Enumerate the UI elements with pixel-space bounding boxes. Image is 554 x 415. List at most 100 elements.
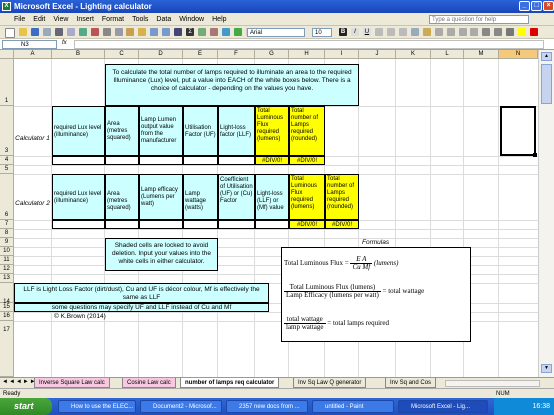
name-box[interactable]: N3 bbox=[2, 40, 57, 49]
paste-icon[interactable] bbox=[126, 28, 135, 36]
tab-cosine-law[interactable]: Cosine Law calc bbox=[122, 378, 176, 388]
preview-icon[interactable] bbox=[66, 28, 75, 36]
task-word-doc[interactable]: How to use the ELEC... bbox=[58, 400, 136, 413]
task-excel[interactable]: Microsoft Excel - Lig... bbox=[398, 400, 488, 413]
row-header-7[interactable]: 7 bbox=[0, 220, 14, 229]
col-header-g[interactable]: G bbox=[255, 50, 289, 59]
col-header-k[interactable]: K bbox=[396, 50, 431, 59]
selected-cell-n3[interactable] bbox=[500, 106, 536, 156]
row-header-1[interactable]: 1 bbox=[0, 59, 14, 106]
row-header-16[interactable]: 16 bbox=[0, 312, 14, 321]
select-all-corner[interactable] bbox=[0, 50, 14, 59]
calc2-mf-input[interactable] bbox=[255, 220, 289, 229]
chart-wizard-icon[interactable] bbox=[222, 28, 231, 36]
calc2-area-input[interactable] bbox=[105, 220, 139, 229]
scroll-thumb[interactable] bbox=[541, 64, 552, 104]
currency-icon[interactable] bbox=[422, 28, 431, 36]
undo-icon[interactable] bbox=[150, 28, 159, 36]
fill-color-icon[interactable] bbox=[518, 28, 527, 36]
new-icon[interactable] bbox=[4, 28, 15, 38]
tab-inv-sq-and-cos[interactable]: Inv Sq and Cos bbox=[385, 378, 437, 388]
row-header-4[interactable]: 4 bbox=[0, 156, 14, 165]
row-header-5[interactable]: 5 bbox=[0, 165, 14, 174]
calc1-uf-input[interactable] bbox=[183, 156, 218, 165]
col-header-d[interactable]: D bbox=[139, 50, 183, 59]
close-button[interactable]: × bbox=[543, 1, 554, 11]
maximize-button[interactable]: □ bbox=[531, 1, 542, 11]
open-icon[interactable] bbox=[18, 28, 27, 36]
row-header-14[interactable]: 14 bbox=[0, 283, 14, 305]
menu-window[interactable]: Window bbox=[175, 13, 208, 26]
font-color-icon[interactable] bbox=[530, 28, 539, 36]
format-painter-icon[interactable] bbox=[138, 28, 147, 36]
fx-icon[interactable]: fx bbox=[62, 40, 67, 46]
row-header-6[interactable]: 6 bbox=[0, 174, 14, 220]
menu-file[interactable]: File bbox=[0, 13, 29, 26]
row-header-13[interactable]: 13 bbox=[0, 274, 14, 283]
menu-tools[interactable]: Tools bbox=[128, 13, 152, 26]
spelling-icon[interactable] bbox=[78, 28, 87, 36]
calc2-wattage-input[interactable] bbox=[183, 220, 218, 229]
col-header-c[interactable]: C bbox=[105, 50, 139, 59]
formula-input[interactable] bbox=[74, 40, 544, 49]
task-document2[interactable]: Document2 - Microsof... bbox=[140, 400, 222, 413]
calc2-efficacy-input[interactable] bbox=[139, 220, 183, 229]
menu-help[interactable]: Help bbox=[208, 13, 230, 26]
bold-icon[interactable]: B bbox=[339, 28, 347, 36]
autosum-icon[interactable]: Σ bbox=[186, 28, 195, 36]
print-icon[interactable] bbox=[54, 28, 63, 36]
menu-edit[interactable]: Edit bbox=[29, 13, 49, 26]
increase-decimal-icon[interactable] bbox=[458, 28, 467, 36]
col-header-m[interactable]: M bbox=[464, 50, 499, 59]
row-header-15[interactable]: 15 bbox=[0, 303, 14, 312]
font-name-select[interactable]: Arial bbox=[247, 28, 305, 37]
italic-icon[interactable]: I bbox=[350, 28, 359, 36]
tab-inverse-square-law[interactable]: Inverse Square Law calc bbox=[34, 378, 110, 388]
col-header-a[interactable]: A bbox=[14, 50, 52, 59]
align-right-icon[interactable] bbox=[398, 28, 407, 36]
redo-icon[interactable] bbox=[162, 28, 171, 36]
ask-question-input[interactable]: Type a question for help bbox=[429, 15, 529, 24]
minimize-button[interactable]: _ bbox=[519, 1, 530, 11]
decrease-indent-icon[interactable] bbox=[482, 28, 491, 36]
borders-icon[interactable] bbox=[506, 28, 515, 36]
col-header-l[interactable]: L bbox=[431, 50, 464, 59]
calc2-cu-input[interactable] bbox=[218, 220, 255, 229]
scroll-down-icon[interactable]: ▼ bbox=[541, 364, 552, 373]
copy-icon[interactable] bbox=[114, 28, 123, 36]
comma-icon[interactable] bbox=[446, 28, 455, 36]
calc2-lux-input[interactable] bbox=[52, 220, 105, 229]
menu-insert[interactable]: Insert bbox=[72, 13, 98, 26]
row-header-17[interactable]: 17 bbox=[0, 321, 14, 377]
worksheet-grid[interactable]: To calculate the total number of lamps r… bbox=[14, 59, 538, 377]
sort-desc-icon[interactable] bbox=[210, 28, 219, 36]
menu-format[interactable]: Format bbox=[98, 13, 128, 26]
col-header-n[interactable]: N bbox=[499, 50, 538, 59]
menu-view[interactable]: View bbox=[49, 13, 72, 26]
percent-icon[interactable] bbox=[434, 28, 443, 36]
row-header-3[interactable]: 3 bbox=[0, 106, 14, 156]
research-icon[interactable] bbox=[90, 28, 99, 36]
row-header-8[interactable]: 8 bbox=[0, 229, 14, 238]
row-header-11[interactable]: 11 bbox=[0, 256, 14, 265]
fill-handle[interactable] bbox=[533, 153, 537, 157]
row-header-12[interactable]: 12 bbox=[0, 265, 14, 274]
decrease-decimal-icon[interactable] bbox=[470, 28, 479, 36]
drawing-icon[interactable] bbox=[234, 28, 243, 36]
col-header-h[interactable]: H bbox=[289, 50, 325, 59]
hyperlink-icon[interactable] bbox=[174, 28, 183, 36]
permission-icon[interactable] bbox=[42, 28, 51, 36]
row-header-10[interactable]: 10 bbox=[0, 247, 14, 256]
align-center-icon[interactable] bbox=[386, 28, 395, 36]
merge-center-icon[interactable] bbox=[410, 28, 419, 36]
col-header-i[interactable]: I bbox=[325, 50, 359, 59]
calc1-llf-input[interactable] bbox=[218, 156, 255, 165]
underline-icon[interactable]: U bbox=[362, 28, 371, 36]
align-left-icon[interactable] bbox=[374, 28, 383, 36]
col-header-j[interactable]: J bbox=[359, 50, 396, 59]
row-header-9[interactable]: 9 bbox=[0, 238, 14, 247]
task-new-docs[interactable]: 2357 new docs from ... bbox=[226, 400, 308, 413]
increase-indent-icon[interactable] bbox=[494, 28, 503, 36]
scroll-up-icon[interactable]: ▲ bbox=[541, 52, 552, 61]
sort-asc-icon[interactable] bbox=[198, 28, 207, 36]
